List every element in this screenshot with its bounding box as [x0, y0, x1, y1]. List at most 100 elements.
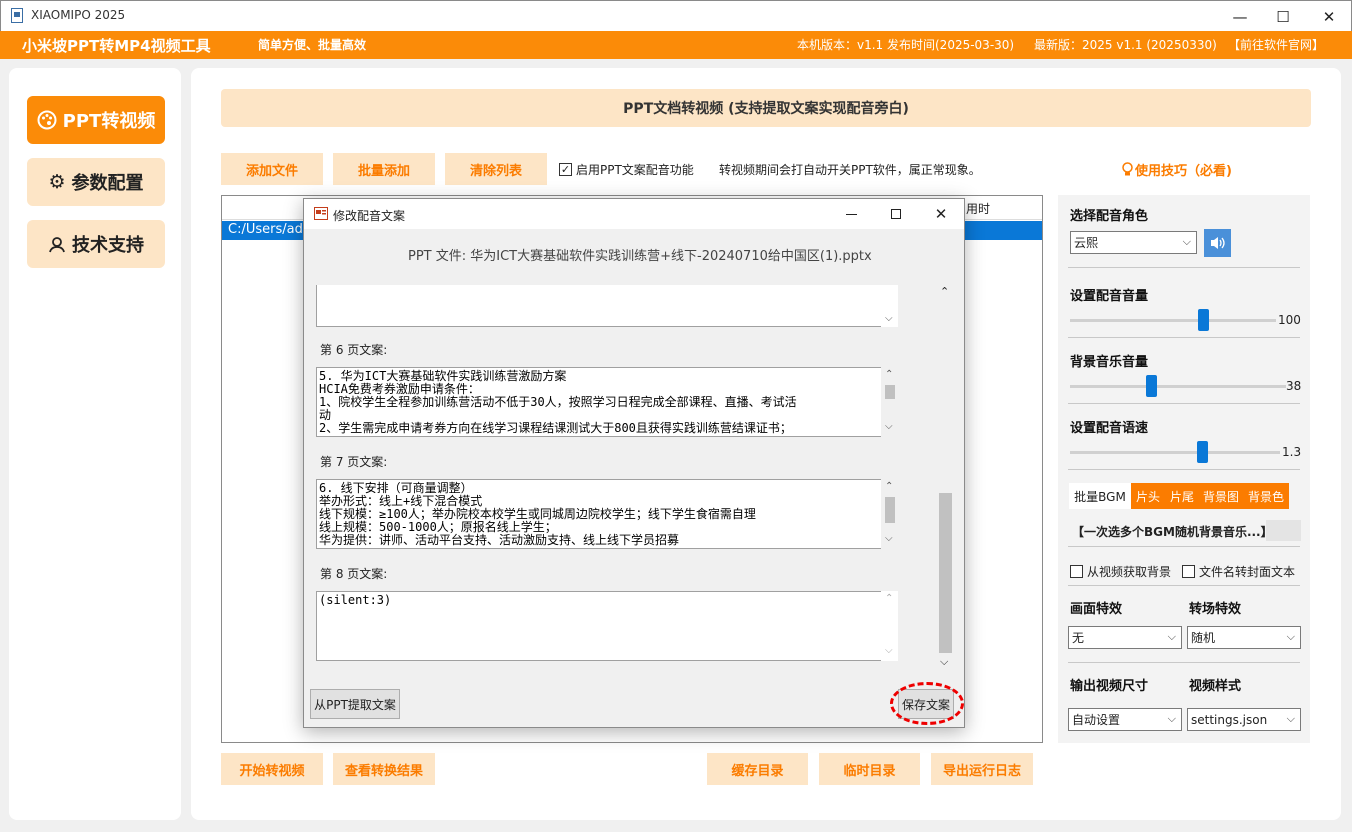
page-6-scrollbar[interactable]: ⌃ ⌵ [881, 367, 898, 437]
palette-icon [37, 110, 57, 130]
bgm-volume-value: 38 [1286, 379, 1302, 393]
export-log-button[interactable]: 导出运行日志 [931, 753, 1033, 785]
app-name: 小米坡PPT转MP4视频工具 [22, 37, 211, 55]
latest-version: 最新版：2025 v1.1 (20250330) [1034, 38, 1217, 52]
speed-slider[interactable] [1197, 441, 1208, 463]
divider [1068, 546, 1300, 547]
column-time[interactable]: 用时 [966, 200, 990, 217]
checkbox-label: 从视频获取背景 [1087, 565, 1172, 579]
divider [1068, 403, 1300, 404]
tips-link[interactable]: 使用技巧（必看) [1122, 160, 1232, 179]
minimize-icon [845, 213, 857, 215]
page-banner: PPT文档转视频 (支持提取文案实现配音旁白) [221, 89, 1311, 127]
voice-role-label: 选择配音角色 [1070, 209, 1149, 224]
tab-outro[interactable]: 片尾 [1165, 483, 1199, 509]
add-file-button[interactable]: 添加文件 [221, 153, 323, 185]
page-6-textarea[interactable]: 5. 华为ICT大赛基础软件实践训练营激励方案 HCIA免费考券激励申请条件： … [316, 367, 884, 437]
title-bar: XIAOMIPO 2025 — ☐ ✕ [0, 0, 1352, 31]
chevron-down-icon: ⌵ [885, 313, 893, 324]
filename-cover-checkbox[interactable]: 文件名转封面文本 [1182, 563, 1295, 580]
play-voice-button[interactable] [1204, 229, 1231, 257]
bgm-volume-slider[interactable] [1146, 375, 1157, 397]
lightbulb-icon [1122, 162, 1133, 176]
voice-role-select[interactable]: 云熙 ⌵ [1070, 231, 1197, 254]
page-7-scrollbar[interactable]: ⌃ ⌵ [881, 479, 898, 549]
bgm-volume-label: 背景音乐音量 [1070, 355, 1149, 370]
page-6-label: 第 6 页文案: [320, 343, 388, 357]
checkbox-label: 文件名转封面文本 [1199, 565, 1296, 579]
website-link[interactable]: 【前往软件官网】 [1228, 36, 1324, 53]
window-title: XIAOMIPO 2025 [31, 8, 126, 22]
voice-volume-track [1070, 319, 1276, 322]
notice-text: 转视频期间会打自动开关PPT软件，属正常现象。 [719, 163, 981, 177]
tab-bg-image[interactable]: 背景图 [1199, 483, 1243, 509]
nav-settings[interactable]: ⚙ 参数配置 [27, 158, 165, 206]
batch-add-button[interactable]: 批量添加 [333, 153, 435, 185]
transition-select[interactable]: 随机 ⌵ [1187, 626, 1301, 649]
dialog-title-bar: 修改配音文案 ✕ [304, 199, 964, 229]
app-header: 小米坡PPT转MP4视频工具 简单方便、批量高效 本机版本：v1.1 发布时间(… [0, 31, 1352, 59]
scroll-thumb[interactable] [885, 497, 895, 523]
left-nav: PPT转视频 ⚙ 参数配置 技术支持 [9, 68, 181, 820]
checkbox-unchecked-icon [1182, 565, 1195, 578]
bg-from-video-checkbox[interactable]: 从视频获取背景 [1070, 563, 1171, 580]
nav-support[interactable]: 技术支持 [27, 220, 165, 268]
settings-panel: 选择配音角色 云熙 ⌵ 设置配音音量 100 背景音乐音量 38 设置配音语速 1… [1058, 195, 1310, 743]
page-8-textarea[interactable]: (silent:3) [316, 591, 884, 661]
chevron-down-icon: ⌵ [1167, 630, 1176, 643]
scroll-thumb[interactable] [939, 493, 952, 653]
tab-batch-bgm[interactable]: 批量BGM [1069, 483, 1131, 509]
clear-list-button[interactable]: 清除列表 [445, 153, 547, 185]
dialog-maximize-button[interactable] [879, 199, 913, 229]
chevron-down-icon: ⌵ [1286, 630, 1295, 643]
tips-label: 使用技巧（必看) [1135, 164, 1232, 179]
chevron-up-icon: ⌃ [885, 369, 894, 380]
dialog-minimize-button[interactable] [834, 199, 868, 229]
minimize-button[interactable]: — [1217, 3, 1263, 31]
scroll-thumb[interactable] [885, 385, 895, 399]
dialog-close-button[interactable]: ✕ [924, 199, 958, 229]
tab-intro[interactable]: 片头 [1131, 483, 1165, 509]
size-label: 输出视频尺寸 [1070, 679, 1149, 694]
close-icon: ✕ [934, 205, 948, 223]
divider [1068, 337, 1300, 338]
dialog-scrollbar[interactable]: ⌃ ⌵ [936, 283, 954, 671]
page-8-label: 第 8 页文案: [320, 567, 388, 581]
bgm-select-button[interactable]: 【一次选多个BGM随机背景音乐...】 [1072, 523, 1273, 540]
page-5-scrollbar[interactable]: ⌵ [881, 285, 898, 327]
page-5-textarea[interactable] [316, 285, 884, 327]
chevron-up-icon: ⌃ [940, 285, 950, 298]
divider [1068, 267, 1300, 268]
highlight-circle [890, 682, 964, 725]
chevron-up-icon: ⌃ [885, 593, 894, 604]
size-select[interactable]: 自动设置 ⌵ [1068, 708, 1182, 731]
cache-dir-button[interactable]: 缓存目录 [707, 753, 808, 785]
close-button[interactable]: ✕ [1306, 3, 1352, 31]
local-version: 本机版本：v1.1 发布时间(2025-03-30) [797, 38, 1015, 52]
support-agent-icon [49, 237, 65, 253]
slogan: 简单方便、批量高效 [258, 38, 367, 52]
view-results-button[interactable]: 查看转换结果 [333, 753, 435, 785]
chevron-down-icon: ⌵ [1286, 712, 1295, 725]
effect-select[interactable]: 无 ⌵ [1068, 626, 1182, 649]
chevron-up-icon: ⌃ [885, 481, 894, 492]
page-7-textarea[interactable]: 6. 线下安排（可商量调整） 举办形式：线上+线下混合模式 线下规模：≥100人… [316, 479, 884, 549]
voice-volume-label: 设置配音音量 [1070, 289, 1149, 304]
page-8-scrollbar[interactable]: ⌃ ⌵ [881, 591, 898, 661]
temp-dir-button[interactable]: 临时目录 [819, 753, 920, 785]
voice-volume-slider[interactable] [1198, 309, 1209, 331]
extract-from-ppt-button[interactable]: 从PPT提取文案 [310, 689, 400, 719]
chevron-down-icon: ⌵ [940, 655, 949, 668]
start-convert-button[interactable]: 开始转视频 [221, 753, 323, 785]
speed-label: 设置配音语速 [1070, 421, 1149, 436]
speed-value: 1.3 [1282, 445, 1302, 459]
maximize-button[interactable]: ☐ [1260, 3, 1306, 31]
pages-scroll-area: ⌵ 第 6 页文案: 5. 华为ICT大赛基础软件实践训练营激励方案 HCIA免… [306, 281, 936, 671]
enable-voice-checkbox[interactable]: ✓ 启用PPT文案配音功能 [559, 161, 694, 178]
style-select[interactable]: settings.json ⌵ [1187, 708, 1301, 731]
select-value: 自动设置 [1072, 713, 1121, 727]
nav-ppt-to-video[interactable]: PPT转视频 [27, 96, 165, 144]
tab-bg-color[interactable]: 背景色 [1243, 483, 1289, 509]
bgm-clear-button[interactable] [1266, 520, 1301, 541]
checkbox-unchecked-icon [1070, 565, 1083, 578]
